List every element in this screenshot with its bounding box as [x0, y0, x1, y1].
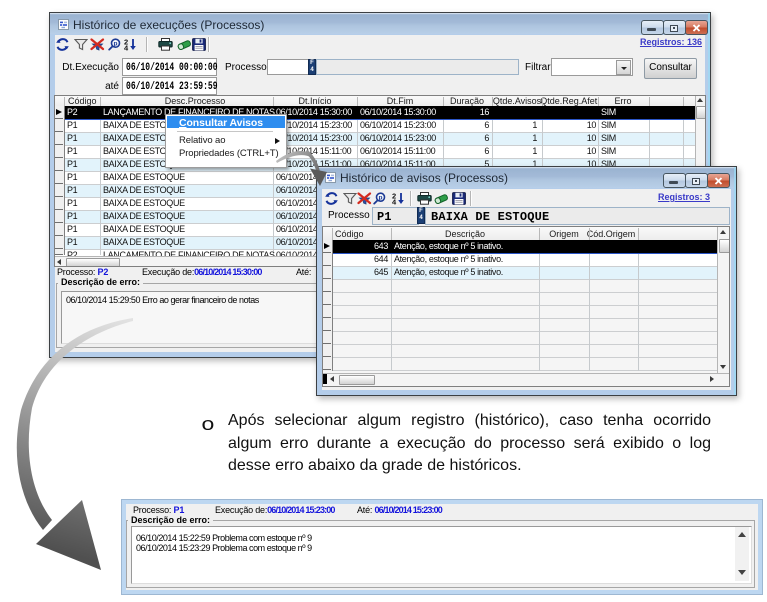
svg-text:p: p — [114, 40, 118, 47]
svg-text:4: 4 — [392, 198, 397, 205]
svg-text:4: 4 — [124, 44, 129, 51]
svg-text:p: p — [379, 194, 383, 201]
